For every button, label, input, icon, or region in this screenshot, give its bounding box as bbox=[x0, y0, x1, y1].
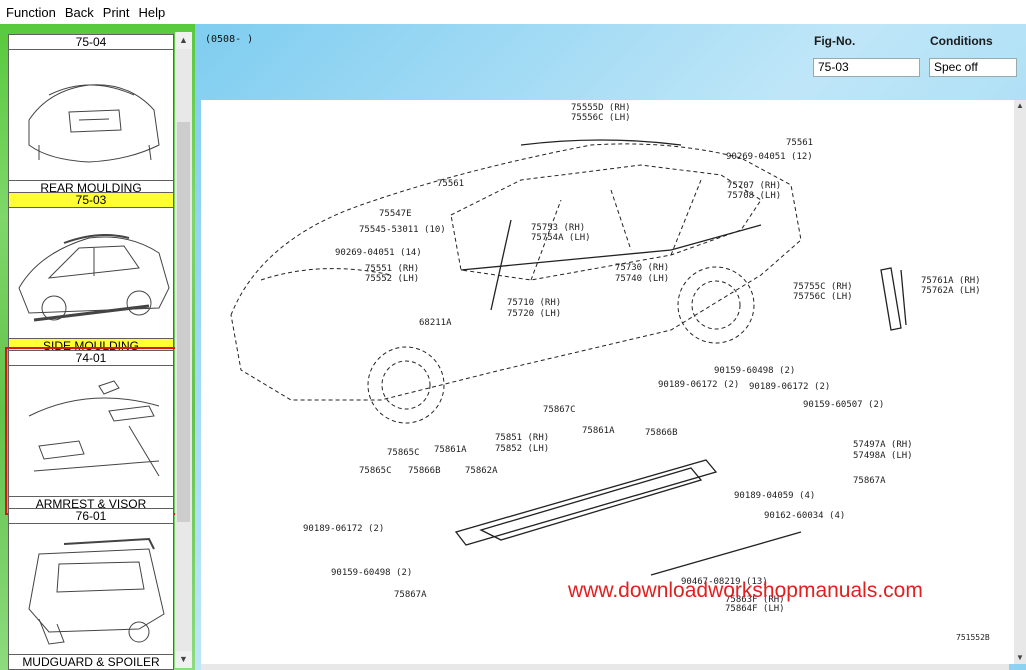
callout-75865c-top[interactable]: 75865C bbox=[387, 448, 420, 458]
callout-75551[interactable]: 75551 (RH) bbox=[365, 264, 419, 274]
menu-print[interactable]: Print bbox=[103, 5, 130, 20]
figure-code-range: (0508- ) bbox=[205, 34, 254, 45]
thumbnail-label: MUDGUARD & SPOILER bbox=[9, 654, 173, 669]
callout-75867a-bottom[interactable]: 75867A bbox=[394, 590, 427, 600]
thumbnail-code: 75-04 bbox=[9, 35, 173, 50]
menu-function[interactable]: Function bbox=[6, 5, 56, 20]
callout-57497a[interactable]: 57497A (RH) bbox=[853, 440, 913, 450]
callout-75545-53011[interactable]: 75545-53011 (10) bbox=[359, 225, 446, 235]
callout-75552[interactable]: 75552 (LH) bbox=[365, 274, 419, 284]
callout-75730[interactable]: 75730 (RH) bbox=[615, 263, 669, 273]
callout-75708[interactable]: 75708 (LH) bbox=[727, 191, 781, 201]
thumbnail-code: 75-03 bbox=[9, 193, 173, 208]
diagram-horizontal-scrollbar[interactable] bbox=[201, 664, 1009, 670]
callout-75861a-right[interactable]: 75861A bbox=[582, 426, 615, 436]
callout-75753[interactable]: 75753 (RH) bbox=[531, 223, 585, 233]
thumbnail-75-03[interactable]: 75-03 SIDE MOULDING bbox=[8, 192, 174, 354]
conditions-field[interactable]: Spec off bbox=[929, 58, 1017, 77]
callout-68211a[interactable]: 68211A bbox=[419, 318, 452, 328]
callout-75555d[interactable]: 75555D (RH) bbox=[571, 103, 631, 113]
conditions-label: Conditions bbox=[930, 34, 993, 48]
scroll-up-arrow-icon[interactable]: ▲ bbox=[175, 32, 192, 49]
thumbnail-76-01[interactable]: 76-01 MUDGUARD & SPOILER bbox=[8, 508, 174, 670]
fig-no-label: Fig-No. bbox=[814, 34, 856, 48]
figure-id: 751552B bbox=[956, 633, 990, 642]
callout-75710[interactable]: 75710 (RH) bbox=[507, 298, 561, 308]
callout-75755c[interactable]: 75755C (RH) bbox=[793, 282, 853, 292]
fig-no-field[interactable]: 75-03 bbox=[813, 58, 920, 77]
figure-list-panel: 75-04 REAR MOULDING 75-03 SIDE MOULDING … bbox=[0, 24, 195, 670]
callout-75762a[interactable]: 75762A (LH) bbox=[921, 286, 981, 296]
menu-bar: Function Back Print Help bbox=[0, 0, 1026, 24]
callout-75851[interactable]: 75851 (RH) bbox=[495, 433, 549, 443]
callout-75547e[interactable]: 75547E bbox=[379, 209, 412, 219]
callout-57498a[interactable]: 57498A (LH) bbox=[853, 451, 913, 461]
callout-90189-04059[interactable]: 90189-04059 (4) bbox=[734, 491, 815, 501]
callout-75756c[interactable]: 75756C (LH) bbox=[793, 292, 853, 302]
illustration-panel: (0508- ) Fig-No. Conditions 75-03 Spec o… bbox=[195, 24, 1026, 670]
callout-75754a[interactable]: 75754A (LH) bbox=[531, 233, 591, 243]
callout-75866b-left[interactable]: 75866B bbox=[408, 466, 441, 476]
watermark-text: www.downloadworkshopmanuals.com bbox=[567, 579, 923, 602]
callout-75861a-left[interactable]: 75861A bbox=[434, 445, 467, 455]
callout-75867a-right[interactable]: 75867A bbox=[853, 476, 886, 486]
scrollbar-thumb[interactable] bbox=[177, 122, 190, 522]
callout-75865c-bottom[interactable]: 75865C bbox=[359, 466, 392, 476]
callout-90159-60507[interactable]: 90159-60507 (2) bbox=[803, 400, 884, 410]
callout-75864f[interactable]: 75864F (LH) bbox=[725, 604, 785, 614]
callout-90189-06172-b[interactable]: 90189-06172 (2) bbox=[749, 382, 830, 392]
mudguard-spoiler-illustration bbox=[9, 524, 173, 654]
callout-90269-04051-12[interactable]: 90269-04051 (12) bbox=[726, 152, 813, 162]
armrest-visor-illustration bbox=[9, 366, 173, 496]
callout-75740[interactable]: 75740 (LH) bbox=[615, 274, 669, 284]
side-moulding-illustration bbox=[9, 208, 173, 338]
callout-75852[interactable]: 75852 (LH) bbox=[495, 444, 549, 454]
scroll-up-arrow-icon[interactable]: ▲ bbox=[1014, 100, 1026, 112]
callout-75761a[interactable]: 75761A (RH) bbox=[921, 276, 981, 286]
callout-75866b-right[interactable]: 75866B bbox=[645, 428, 678, 438]
callout-90269-04051-14[interactable]: 90269-04051 (14) bbox=[335, 248, 422, 258]
callout-75862a[interactable]: 75862A bbox=[465, 466, 498, 476]
callout-90159-60498-top[interactable]: 90159-60498 (2) bbox=[714, 366, 795, 376]
callout-90159-60498-bottom[interactable]: 90159-60498 (2) bbox=[331, 568, 412, 578]
callout-75561-left[interactable]: 75561 bbox=[437, 179, 464, 189]
thumbnail-scrollbar[interactable]: ▲ ▼ bbox=[175, 32, 192, 668]
parts-diagram[interactable]: 75555D (RH) 75556C (LH) 75561 90269-0405… bbox=[201, 100, 1021, 664]
rear-moulding-illustration bbox=[9, 50, 173, 180]
menu-help[interactable]: Help bbox=[139, 5, 166, 20]
callout-75867c[interactable]: 75867C bbox=[543, 405, 576, 415]
thumbnail-list: 75-04 REAR MOULDING 75-03 SIDE MOULDING … bbox=[5, 32, 177, 670]
scroll-down-arrow-icon[interactable]: ▼ bbox=[1014, 652, 1026, 664]
callout-90162-60034[interactable]: 90162-60034 (4) bbox=[764, 511, 845, 521]
diagram-vertical-scrollbar[interactable]: ▲ ▼ bbox=[1014, 100, 1026, 664]
callout-75720[interactable]: 75720 (LH) bbox=[507, 309, 561, 319]
callout-75707[interactable]: 75707 (RH) bbox=[727, 181, 781, 191]
thumbnail-code: 76-01 bbox=[9, 509, 173, 524]
callout-75556c[interactable]: 75556C (LH) bbox=[571, 113, 631, 123]
callout-90189-06172-c[interactable]: 90189-06172 (2) bbox=[303, 524, 384, 534]
thumbnail-75-04[interactable]: 75-04 REAR MOULDING bbox=[8, 34, 174, 196]
scroll-down-arrow-icon[interactable]: ▼ bbox=[175, 651, 192, 668]
callout-90189-06172-a[interactable]: 90189-06172 (2) bbox=[658, 380, 739, 390]
thumbnail-74-01[interactable]: 74-01 ARMREST & VISOR bbox=[5, 347, 177, 515]
callout-75561-top[interactable]: 75561 bbox=[786, 138, 813, 148]
thumbnail-code: 74-01 bbox=[9, 351, 173, 366]
menu-back[interactable]: Back bbox=[65, 5, 94, 20]
